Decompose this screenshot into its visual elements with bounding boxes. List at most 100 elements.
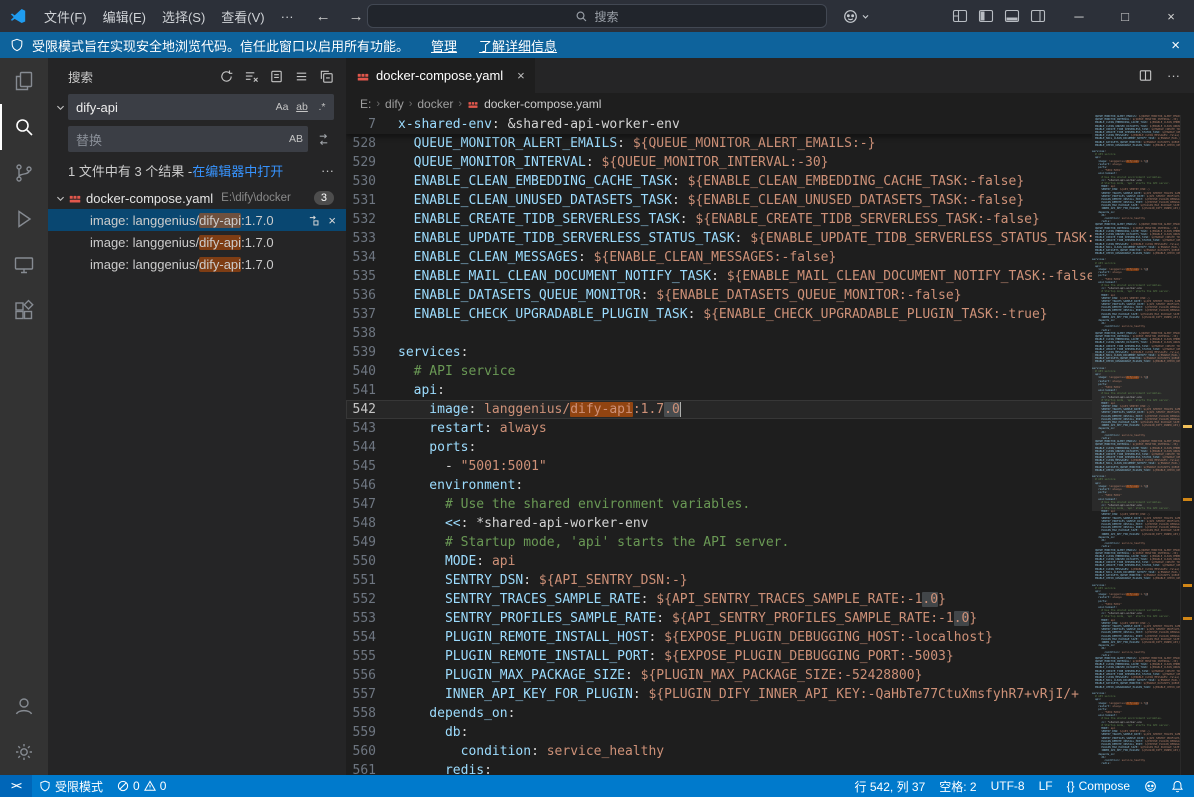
code-line[interactable]: 537 ENABLE_CHECK_UPGRADABLE_PLUGIN_TASK:… (346, 305, 1194, 324)
minimap[interactable]: QUEUE_MONITOR_ALERT_EMAILS: ${QUEUE_MONI… (1092, 115, 1180, 775)
code-line[interactable]: 533 ENABLE_UPDATE_TIDB_SERVERLESS_STATUS… (346, 229, 1194, 248)
accounts-button[interactable] (0, 683, 48, 729)
replace-match-icon[interactable] (307, 214, 320, 227)
copilot-menu-button[interactable] (837, 5, 876, 27)
customize-layout-icon[interactable] (952, 8, 968, 24)
chevron-down-icon[interactable] (52, 193, 68, 204)
view-as-list-icon[interactable] (291, 66, 311, 86)
banner-manage-link[interactable]: 管理 (431, 36, 457, 55)
tab-close-icon[interactable]: × (517, 68, 525, 83)
banner-learn-more-link[interactable]: 了解详细信息 (479, 36, 557, 55)
code-line[interactable]: 541 api: (346, 381, 1194, 400)
code-line[interactable]: 548 <<: *shared-api-worker-env (346, 514, 1194, 533)
collapse-all-icon[interactable] (316, 66, 336, 86)
open-in-editor-icon[interactable] (266, 66, 286, 86)
remote-indicator[interactable]: >< (0, 775, 32, 797)
code-line[interactable]: 539 services: (346, 343, 1194, 362)
code-line[interactable]: 534 ENABLE_CLEAN_MESSAGES: ${ENABLE_CLEA… (346, 248, 1194, 267)
code-line[interactable]: 531 ENABLE_CLEAN_UNUSED_DATASETS_TASK: $… (346, 191, 1194, 210)
forward-icon[interactable]: → (349, 8, 364, 25)
code-line[interactable]: 550 MODE: api (346, 552, 1194, 571)
code-line[interactable]: 549 # Startup mode, 'api' starts the API… (346, 533, 1194, 552)
sidebar-item-remote-explorer[interactable] (0, 242, 48, 288)
code-line[interactable]: 557 INNER_API_KEY_FOR_PLUGIN: ${PLUGIN_D… (346, 685, 1194, 704)
sidebar-item-explorer[interactable] (0, 58, 48, 104)
code-line[interactable]: 528 QUEUE_MONITOR_ALERT_EMAILS: ${QUEUE_… (346, 134, 1194, 153)
editor-more-actions[interactable]: ··· (1167, 68, 1180, 83)
code-line[interactable]: 556 PLUGIN_MAX_PACKAGE_SIZE: ${PLUGIN_MA… (346, 666, 1194, 685)
code-line[interactable]: 546 environment: (346, 476, 1194, 495)
code-line[interactable]: 561 redis: (346, 761, 1194, 775)
encoding-status[interactable]: UTF-8 (984, 775, 1032, 797)
sticky-scroll-line[interactable]: 7 x-shared-env: &shared-api-worker-env (346, 115, 1194, 134)
code-line[interactable]: 547 # Use the shared environment variabl… (346, 495, 1194, 514)
clear-results-icon[interactable] (241, 66, 261, 86)
code-line[interactable]: 540 # API service (346, 362, 1194, 381)
back-icon[interactable]: ← (316, 8, 331, 25)
code-line[interactable]: 555 PLUGIN_REMOTE_INSTALL_PORT: ${EXPOSE… (346, 647, 1194, 666)
toggle-secondary-sidebar-icon[interactable] (1030, 8, 1046, 24)
eol-status[interactable]: LF (1032, 775, 1060, 797)
code-line[interactable]: 544 ports: (346, 438, 1194, 457)
menu-file[interactable]: 文件(F) (36, 4, 95, 29)
sidebar-item-extensions[interactable] (0, 288, 48, 334)
code-line[interactable]: 536 ENABLE_DATASETS_QUEUE_MONITOR: ${ENA… (346, 286, 1194, 305)
code-line[interactable]: 560 condition: service_healthy (346, 742, 1194, 761)
search-input[interactable]: dify-api Aa ab .* (68, 94, 334, 120)
code-line[interactable]: 529 QUEUE_MONITOR_INTERVAL: ${QUEUE_MONI… (346, 153, 1194, 172)
indentation-status[interactable]: 空格: 2 (932, 775, 983, 797)
sidebar-item-source-control[interactable] (0, 150, 48, 196)
code-line[interactable]: 558 depends_on: (346, 704, 1194, 723)
replace-all-icon[interactable] (312, 128, 334, 150)
banner-close-icon[interactable]: × (1171, 37, 1180, 54)
maximize-button[interactable]: □ (1102, 0, 1148, 32)
restricted-mode-status[interactable]: 受限模式 (32, 775, 110, 797)
menu-edit[interactable]: 编辑(E) (95, 4, 154, 29)
code-line[interactable]: 530 ENABLE_CLEAN_EMBEDDING_CACHE_TASK: $… (346, 172, 1194, 191)
breadcrumb-item[interactable]: dify (385, 97, 404, 111)
cursor-position-status[interactable]: 行 542, 列 37 (848, 775, 933, 797)
code-line[interactable]: 559 db: (346, 723, 1194, 742)
menu-view[interactable]: 查看(V) (213, 4, 272, 29)
menu-overflow[interactable]: ··· (273, 6, 302, 27)
code-line[interactable]: 538 (346, 324, 1194, 343)
open-in-editor-link[interactable]: 在编辑器中打开 (192, 161, 283, 180)
code-line[interactable]: 543 restart: always (346, 419, 1194, 438)
breadcrumb-item-file[interactable]: docker-compose.yaml (467, 97, 601, 111)
split-editor-icon[interactable] (1138, 68, 1153, 83)
problems-status[interactable]: 0 0 (110, 775, 173, 797)
preserve-case-icon[interactable]: AB (286, 129, 306, 149)
sidebar-item-run-debug[interactable] (0, 196, 48, 242)
minimize-button[interactable]: ─ (1056, 0, 1102, 32)
replace-input[interactable]: 替换 AB (68, 126, 308, 152)
settings-button[interactable] (0, 729, 48, 775)
breadcrumb-item[interactable]: E: (360, 97, 371, 111)
code-line[interactable]: 535 ENABLE_MAIL_CLEAN_DOCUMENT_NOTIFY_TA… (346, 267, 1194, 286)
code-editor[interactable]: 7 x-shared-env: &shared-api-worker-env 52… (346, 115, 1194, 775)
search-result-item[interactable]: image: langgenius/dify-api:1.7.0 × (48, 209, 346, 231)
whole-word-icon[interactable]: ab (292, 97, 312, 117)
refresh-icon[interactable] (216, 66, 236, 86)
result-file-group[interactable]: docker-compose.yaml E:\dify\docker 3 (48, 187, 346, 209)
search-details-toggle[interactable]: ··· (321, 163, 334, 178)
toggle-panel-icon[interactable] (1004, 8, 1020, 24)
overview-ruler-scrollbar[interactable] (1180, 115, 1194, 775)
sidebar-item-search[interactable] (0, 104, 48, 150)
tab-docker-compose[interactable]: docker-compose.yaml × (346, 58, 536, 93)
code-line[interactable]: 545 - "5001:5001" (346, 457, 1194, 476)
code-line[interactable]: 7 x-shared-env: &shared-api-worker-env (346, 115, 1194, 134)
command-center-search[interactable]: 搜索 (367, 4, 827, 28)
code-line[interactable]: 551 SENTRY_DSN: ${API_SENTRY_DSN:-} (346, 571, 1194, 590)
regex-icon[interactable]: .* (312, 97, 332, 117)
code-line[interactable]: 542 image: langgenius/dify-api:1.7.0 (346, 400, 1194, 419)
search-result-item[interactable]: image: langgenius/dify-api:1.7.0 (48, 231, 346, 253)
menu-selection[interactable]: 选择(S) (154, 4, 213, 29)
code-line[interactable]: 552 SENTRY_TRACES_SAMPLE_RATE: ${API_SEN… (346, 590, 1194, 609)
breadcrumb-item[interactable]: docker (417, 97, 453, 111)
match-case-icon[interactable]: Aa (272, 97, 292, 117)
notifications-bell[interactable] (1164, 775, 1194, 797)
toggle-replace-button[interactable] (52, 94, 68, 152)
code-line[interactable]: 532 ENABLE_CREATE_TIDB_SERVERLESS_TASK: … (346, 210, 1194, 229)
copilot-status[interactable] (1137, 775, 1164, 797)
code-line[interactable]: 553 SENTRY_PROFILES_SAMPLE_RATE: ${API_S… (346, 609, 1194, 628)
